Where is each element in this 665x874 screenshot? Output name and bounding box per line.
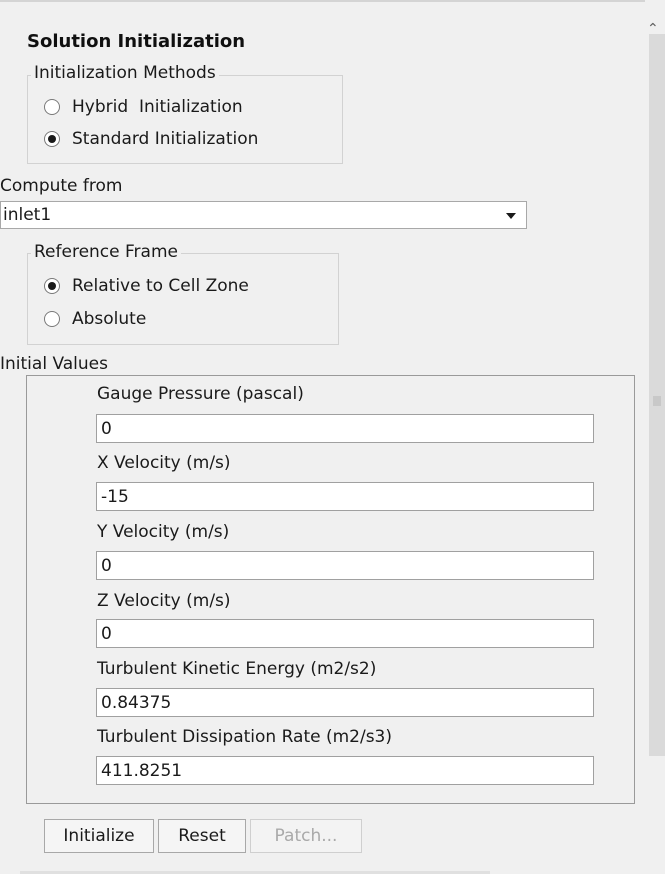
radio-button-selected-icon[interactable] [44, 278, 60, 294]
panel-title: Solution Initialization [27, 31, 246, 52]
initialize-button[interactable]: Initialize [44, 819, 154, 853]
radio-button-selected-icon[interactable] [44, 131, 60, 147]
top-divider [0, 0, 665, 2]
gauge-pressure-input[interactable] [96, 414, 594, 443]
scroll-thumb[interactable] [649, 34, 665, 756]
reset-button[interactable]: Reset [158, 819, 246, 853]
y-velocity-label: Y Velocity (m/s) [97, 522, 230, 542]
x-velocity-label: X Velocity (m/s) [97, 453, 231, 473]
radio-button-icon[interactable] [44, 311, 60, 327]
radio-absolute[interactable]: Absolute [44, 309, 146, 329]
z-velocity-label: Z Velocity (m/s) [97, 591, 231, 611]
radio-standard-initialization[interactable]: Standard Initialization [44, 129, 258, 149]
initialization-methods-group [27, 75, 343, 164]
x-velocity-input[interactable] [96, 482, 594, 511]
turbulent-dissipation-rate-label: Turbulent Dissipation Rate (m2/s3) [97, 727, 393, 747]
turbulent-dissipation-rate-input[interactable] [96, 756, 594, 785]
radio-hybrid-initialization[interactable]: Hybrid Initialization [44, 97, 243, 117]
y-velocity-input[interactable] [96, 551, 594, 580]
scroll-thumb-grip-icon [653, 396, 661, 406]
compute-from-dropdown[interactable]: inlet1 [0, 201, 527, 229]
initialization-methods-legend: Initialization Methods [31, 63, 219, 83]
radio-button-icon[interactable] [44, 99, 60, 115]
turbulent-kinetic-energy-input[interactable] [96, 688, 594, 717]
radio-label: Relative to Cell Zone [72, 276, 249, 296]
z-velocity-input[interactable] [96, 619, 594, 648]
reference-frame-group [27, 253, 339, 345]
patch-button: Patch... [250, 819, 362, 853]
radio-label: Hybrid Initialization [72, 97, 243, 117]
gauge-pressure-label: Gauge Pressure (pascal) [97, 384, 304, 404]
compute-from-label: Compute from [0, 176, 123, 196]
radio-label: Absolute [72, 309, 147, 329]
compute-from-value: inlet1 [3, 205, 52, 225]
radio-relative-to-cell-zone[interactable]: Relative to Cell Zone [44, 276, 249, 296]
turbulent-kinetic-energy-label: Turbulent Kinetic Energy (m2/s2) [97, 659, 377, 679]
reference-frame-legend: Reference Frame [31, 242, 181, 262]
initial-values-label: Initial Values [0, 354, 108, 374]
radio-label: Standard Initialization [72, 129, 259, 149]
dropdown-arrow-icon[interactable] [506, 213, 516, 219]
